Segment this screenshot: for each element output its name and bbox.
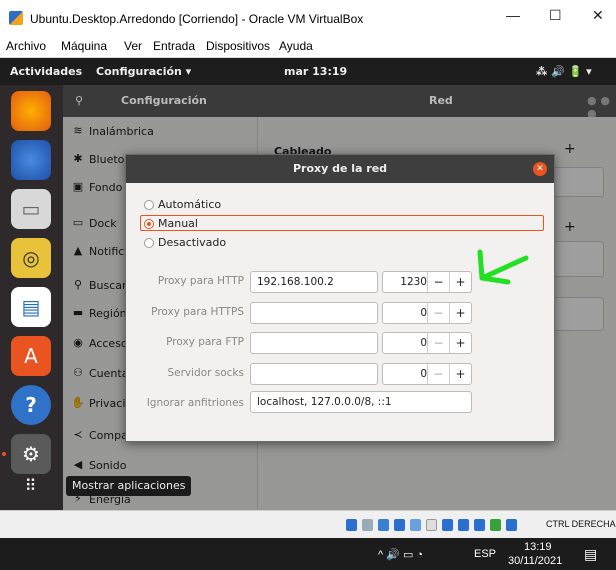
selected-row-highlight [140,215,544,231]
main-title: Red [429,94,453,107]
dialog-close-button[interactable]: ✕ [533,162,547,176]
menu-ayuda[interactable]: Ayuda [279,39,313,53]
running-indicator [2,452,6,456]
annotation-arrow-icon [477,249,529,285]
system-tray[interactable]: ⁂ 🔊 🔋 ▾ [536,65,592,78]
http-port-stepper[interactable]: 1230 − + [382,271,472,293]
settings-header: ⚲ Configuración Red ● ● ● [63,85,616,120]
port-value: 0 [420,307,427,319]
port-increment-button[interactable]: + [449,272,471,292]
host-key-icon [506,519,517,531]
radio-label: Automático [158,198,222,211]
socks-port-stepper[interactable]: 0 − + [382,363,472,385]
socks-host-input[interactable] [250,363,378,385]
software-icon[interactable]: A [11,336,51,376]
port-decrement-button[interactable]: − [427,364,449,384]
dialog-title: Proxy de la red [126,155,554,183]
hdd-icon [346,519,357,531]
virtualbox-menubar: Archivo Máquina Ver Entrada Dispositivos… [0,36,616,58]
port-value: 0 [420,368,427,380]
ubuntu-dock: ▭ ◎ ▤ A ? ⚙ ⠿ [0,85,63,510]
ignore-hosts-label: Ignorar anfitriones [146,397,244,409]
recording-icon [458,519,469,531]
port-increment-button[interactable]: + [449,364,471,384]
virtualbox-titlebar: Ubuntu.Desktop.Arredondo [Corriendo] - O… [0,0,616,36]
taskbar-tray-icons[interactable]: ^ 🔊 ▭ ◔ [378,548,423,561]
radio-label: Desactivado [158,236,227,249]
help-icon[interactable]: ? [11,385,51,425]
firefox-icon[interactable] [11,91,51,131]
menu-maquina[interactable]: Máquina [61,39,107,53]
display-icon [442,519,453,531]
host-taskbar: ^ 🔊 ▭ ◔ ESP 13:19 30/11/2021 ▤ [0,538,616,570]
ftp-proxy-label: Proxy para FTP [166,336,244,348]
port-decrement-button[interactable]: − [427,272,449,292]
https-proxy-host-input[interactable] [250,302,378,324]
menu-dispositivos[interactable]: Dispositivos [206,39,270,53]
app-menu[interactable]: Configuración ▾ [96,65,191,78]
thunderbird-icon[interactable] [11,140,51,180]
virtualbox-statusbar: CTRL DERECHA [0,510,616,538]
menu-entrada[interactable]: Entrada [153,39,195,53]
network-icon [394,519,405,531]
menu-ver[interactable]: Ver [124,39,142,53]
cpu-icon [474,519,485,531]
usb-icon [410,519,421,531]
ignore-hosts-input[interactable]: localhost, 127.0.0.0/8, ::1 [250,391,472,413]
search-icon[interactable]: ⚲ [75,94,83,107]
notifications-icon[interactable]: ▤ [584,546,597,563]
http-proxy-host-input[interactable]: 192.168.100.2 [250,271,378,293]
port-decrement-button[interactable]: − [427,333,449,353]
port-increment-button[interactable]: + [449,333,471,353]
virtualbox-logo-icon [9,11,23,25]
mouse-integration-icon [490,519,501,531]
radio-label: Manual [158,217,198,230]
taskbar-time[interactable]: 13:19 [524,541,552,553]
radio-dot [144,200,154,210]
port-value: 0 [420,337,427,349]
radio-dot [144,238,154,248]
minimize-button[interactable]: — [506,7,520,23]
writer-icon[interactable]: ▤ [11,287,51,327]
window-title: Ubuntu.Desktop.Arredondo [Corriendo] - O… [30,12,364,26]
gnome-top-bar: Actividades Configuración ▾ mar 13:19 ⁂ … [0,58,616,85]
proxy-dialog: Proxy de la red ✕ Automático Manual Desa… [125,154,555,442]
language-indicator[interactable]: ESP [474,548,496,560]
audio-icon [378,519,389,531]
host-key-label: CTRL DERECHA [546,519,616,529]
sidebar-title: Configuración [121,94,207,107]
ftp-port-stepper[interactable]: 0 − + [382,332,472,354]
https-proxy-label: Proxy para HTTPS [151,306,244,318]
radio-dot-selected [144,219,154,229]
close-window-button[interactable]: ✕ [592,7,604,24]
menu-archivo[interactable]: Archivo [6,39,46,53]
maximize-button[interactable]: ☐ [549,7,562,24]
clock[interactable]: mar 13:19 [284,65,347,78]
shared-folder-icon [426,519,437,531]
port-increment-button[interactable]: + [449,303,471,323]
port-value: 1230 [400,276,427,288]
port-decrement-button[interactable]: − [427,303,449,323]
http-proxy-label: Proxy para HTTP [157,275,244,287]
files-icon[interactable]: ▭ [11,189,51,229]
optical-drive-icon [362,519,373,531]
ftp-proxy-host-input[interactable] [250,332,378,354]
activities-button[interactable]: Actividades [10,65,82,78]
show-apps-tooltip: Mostrar aplicaciones [66,476,192,496]
taskbar-date[interactable]: 30/11/2021 [508,555,562,567]
show-apps-icon[interactable]: ⠿ [11,465,51,505]
socks-server-label: Servidor socks [167,367,244,379]
rhythmbox-icon[interactable]: ◎ [11,238,51,278]
https-port-stepper[interactable]: 0 − + [382,302,472,324]
